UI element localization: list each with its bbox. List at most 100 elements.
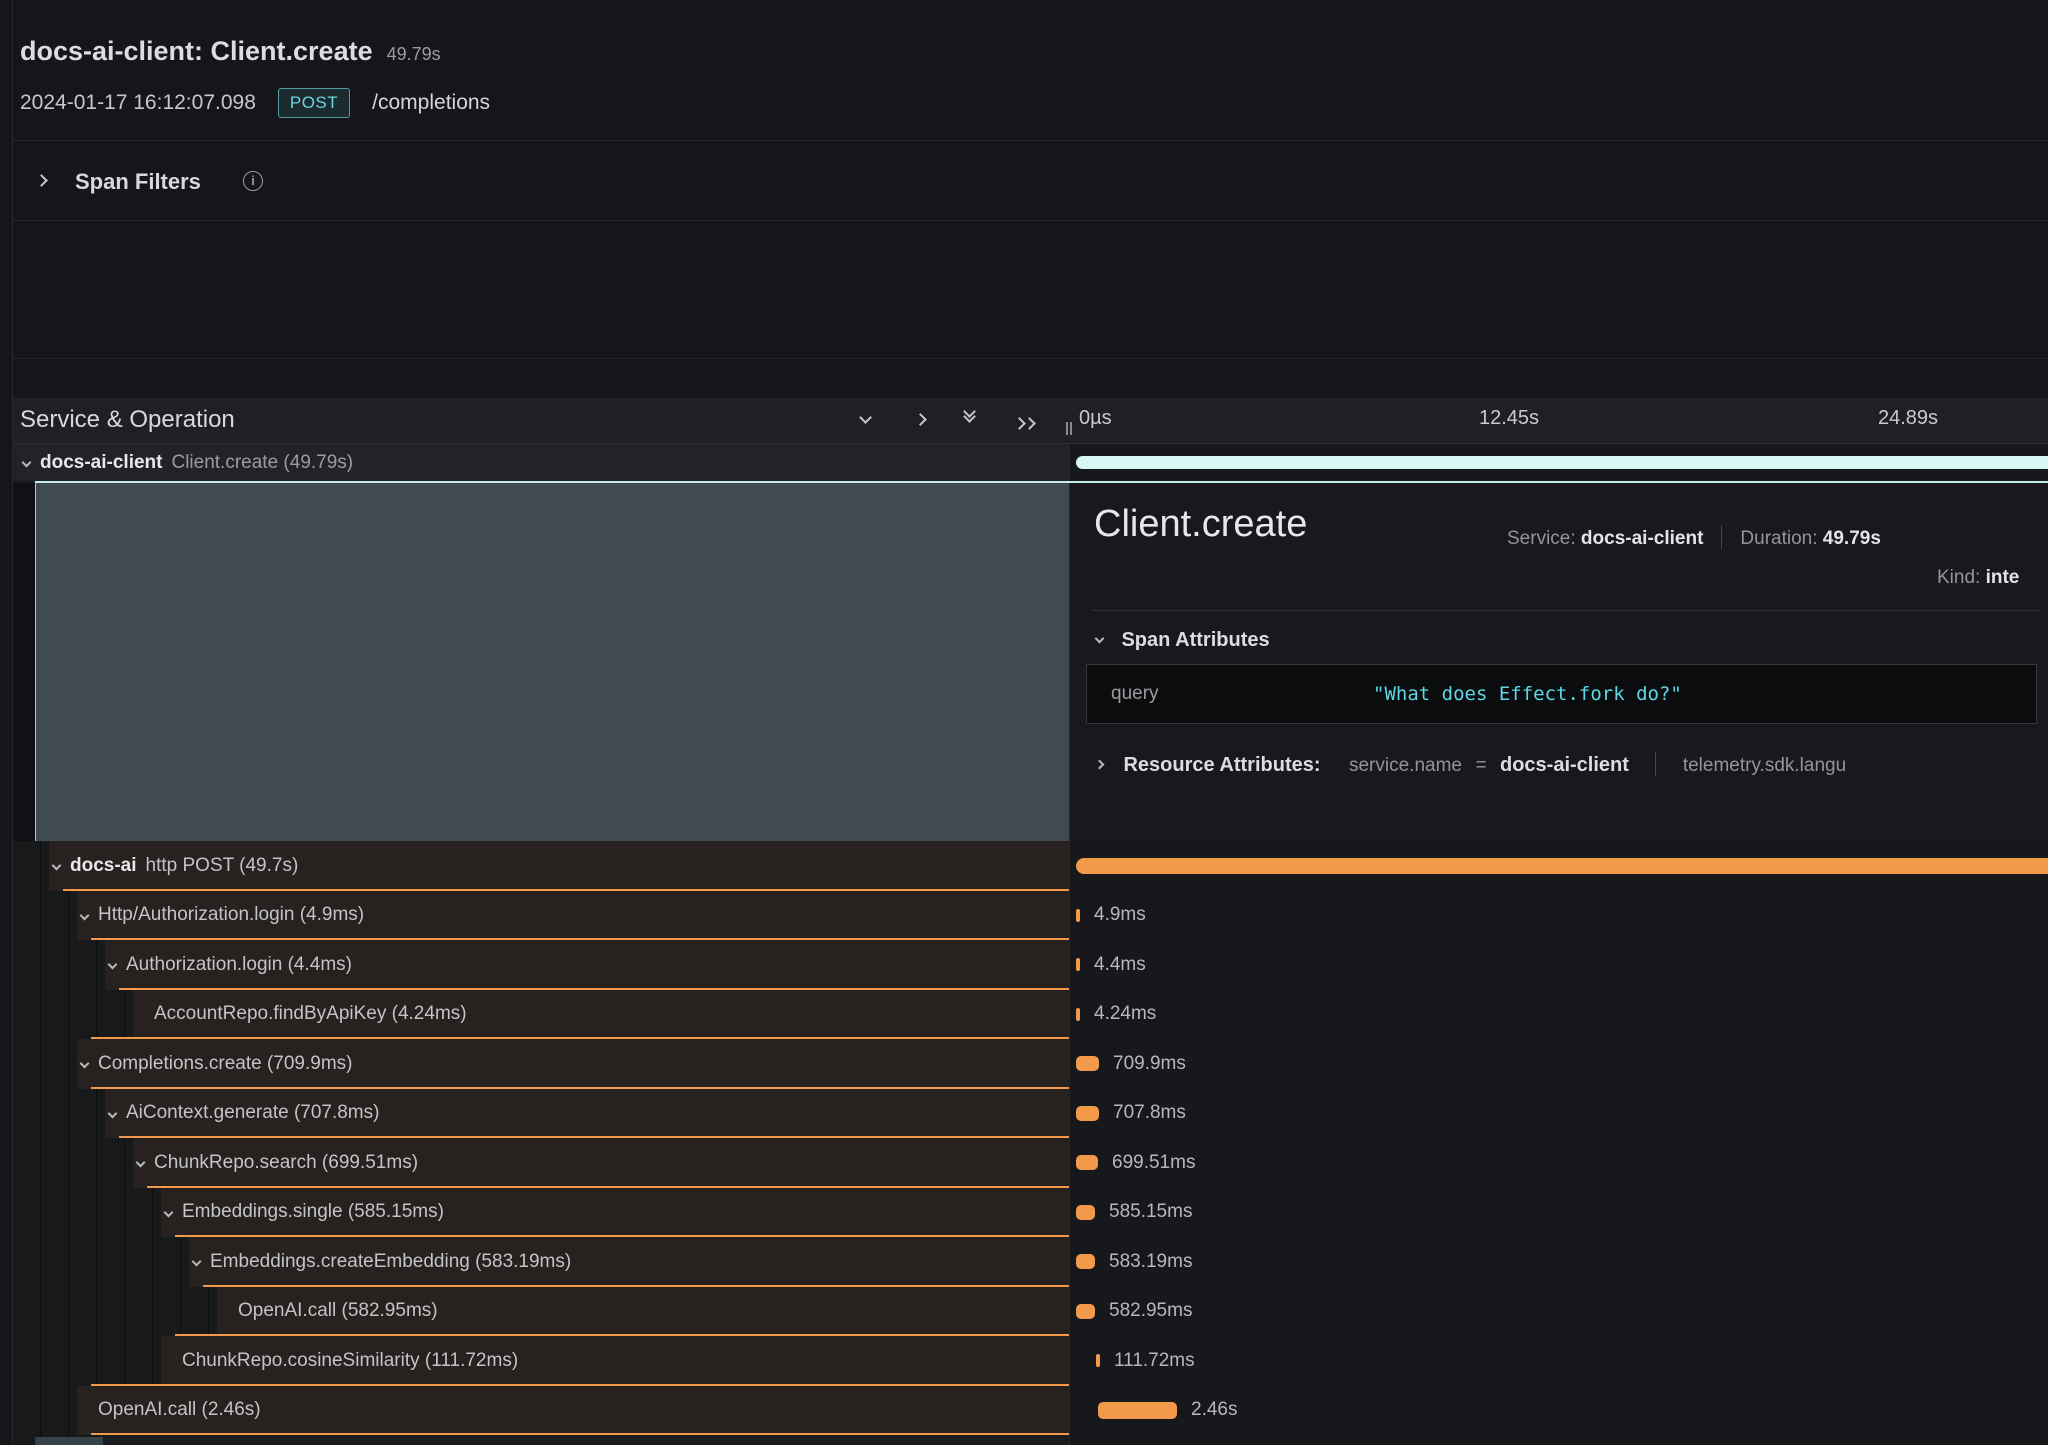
span-row[interactable]: Embeddings.createEmbedding (583.19ms) 583… xyxy=(13,1237,2048,1287)
chevron-down-icon[interactable] xyxy=(137,1159,154,1166)
chevron-down-icon[interactable] xyxy=(53,862,70,869)
span-bar-cell[interactable] xyxy=(1069,841,2048,891)
resource-eq: = xyxy=(1475,755,1486,776)
span-duration-label: 582.95ms xyxy=(1109,1300,1192,1322)
resource-attributes-label[interactable]: Resource Attributes: xyxy=(1123,754,1320,776)
expand-all-icon[interactable] xyxy=(1015,415,1034,433)
chevron-down-icon[interactable] xyxy=(109,961,126,968)
root-span-bar[interactable] xyxy=(1076,456,2048,469)
root-span-bar-cell[interactable] xyxy=(1069,444,2048,481)
span-bar-cell[interactable]: 582.95ms xyxy=(1069,1287,2048,1337)
indent-guides xyxy=(13,940,105,990)
span-row[interactable]: Authorization.login (4.4ms)4.4ms xyxy=(13,940,2048,990)
span-bar-cell[interactable]: 4.9ms xyxy=(1069,891,2048,941)
span-row-root[interactable]: docs-ai-client Client.create (49.79s) xyxy=(13,444,2048,481)
span-bar[interactable] xyxy=(1076,1304,1095,1319)
column-resize-grip[interactable] xyxy=(1070,422,1072,435)
span-bar[interactable] xyxy=(1076,909,1080,922)
trace-title: docs-ai-client: Client.create xyxy=(20,36,373,66)
detail-kind-label: Kind: xyxy=(1937,567,1980,588)
span-bar-cell[interactable]: 2.46s xyxy=(1069,1386,2048,1436)
span-bar[interactable] xyxy=(1098,1402,1177,1419)
collapse-all-icon[interactable] xyxy=(965,407,974,421)
timeline-minimap[interactable]: 0µs12.45s24.89s37.34s xyxy=(13,221,2048,358)
timeline-tick-label: 12.45s xyxy=(1479,407,1539,430)
span-bar[interactable] xyxy=(1076,958,1080,971)
span-row[interactable]: docs-aihttp POST (49.7s) xyxy=(13,841,2048,891)
span-row[interactable]: AccountRepo.findByApiKey (4.24ms) 4.24ms xyxy=(13,990,2048,1040)
span-duration-label: 709.9ms xyxy=(1113,1053,1186,1075)
detail-left-backdrop xyxy=(13,483,35,841)
collapse-one-icon[interactable] xyxy=(859,411,872,424)
span-detail-panel: Client.create Service: docs-ai-clientDur… xyxy=(1070,483,2048,841)
indent-guides xyxy=(13,1188,161,1238)
span-row[interactable]: ChunkRepo.cosineSimilarity (111.72ms)111… xyxy=(13,1336,2048,1386)
indent-guides xyxy=(13,1287,217,1337)
span-bar-cell[interactable]: 4.24ms xyxy=(1069,990,2048,1040)
detail-duration-label: Duration: xyxy=(1740,528,1817,549)
indent-guides xyxy=(13,841,49,891)
span-bar[interactable] xyxy=(1076,1056,1099,1071)
detail-span-title: Client.create xyxy=(1094,503,1307,546)
span-row[interactable]: Http/Authorization.login (4.9ms)4.9ms xyxy=(13,891,2048,941)
span-attributes-toggle[interactable]: Span Attributes xyxy=(1096,629,1270,652)
span-bar[interactable] xyxy=(1076,1155,1098,1170)
span-row[interactable]: Completions.create (709.9ms)709.9ms xyxy=(13,1039,2048,1089)
trace-view-panel: docs-ai-client: Client.create49.79s 2024… xyxy=(0,0,2048,1445)
span-filters-label[interactable]: Span Filters xyxy=(75,169,201,195)
operation-label: AiContext.generate (707.8ms) xyxy=(126,1102,379,1124)
span-bar-cell[interactable]: 699.51ms xyxy=(1069,1138,2048,1188)
span-attributes-label[interactable]: Span Attributes xyxy=(1121,629,1269,651)
span-bar-cell[interactable]: 707.8ms xyxy=(1069,1089,2048,1139)
column-resize-grip[interactable] xyxy=(1066,422,1068,435)
span-row[interactable]: Embeddings.single (585.15ms)585.15ms xyxy=(13,1188,2048,1238)
span-row[interactable]: OpenAI.call (582.95ms)582.95ms xyxy=(13,1287,2048,1337)
chevron-down-icon[interactable] xyxy=(81,1060,98,1067)
span-bar[interactable] xyxy=(1096,1354,1100,1367)
chevron-down-icon[interactable] xyxy=(109,1110,126,1117)
span-bar[interactable] xyxy=(1076,1205,1095,1220)
indent-guides xyxy=(13,990,133,1040)
root-service-name: docs-ai-client xyxy=(40,452,162,474)
chevron-down-icon[interactable] xyxy=(81,912,98,919)
span-row[interactable]: OpenAI.call (2.46s) 2.46s xyxy=(13,1386,2048,1436)
span-row[interactable]: AiContext.generate (707.8ms) 707.8ms xyxy=(13,1089,2048,1139)
span-bar[interactable] xyxy=(1076,1008,1080,1021)
chevron-down-icon[interactable] xyxy=(193,1258,210,1265)
root-operation-label: Client.create (49.79s) xyxy=(171,452,353,474)
operation-label: OpenAI.call (2.46s) xyxy=(98,1399,261,1421)
span-row-partial[interactable] xyxy=(13,1435,2048,1445)
span-bar[interactable] xyxy=(1076,858,2048,874)
partial-span-chip xyxy=(35,1437,103,1445)
expand-one-icon[interactable] xyxy=(914,413,927,426)
operation-label: http POST (49.7s) xyxy=(146,855,299,877)
timeline-tick-label: 24.89s xyxy=(1878,407,1938,430)
request-path: /completions xyxy=(372,91,490,114)
span-bar-cell[interactable]: 111.72ms xyxy=(1069,1336,2048,1386)
span-bar-cell xyxy=(1069,1435,2048,1445)
span-duration-label: 4.9ms xyxy=(1094,904,1146,926)
span-bar[interactable] xyxy=(1076,1106,1099,1121)
info-icon[interactable]: i xyxy=(243,171,263,191)
span-bar-cell[interactable]: 585.15ms xyxy=(1069,1188,2048,1238)
resource-attributes-toggle[interactable]: Resource Attributes: service.name = docs… xyxy=(1096,752,1846,777)
attribute-row-query[interactable]: query "What does Effect.fork do?" xyxy=(1086,664,2037,724)
span-bar-cell[interactable]: 709.9ms xyxy=(1069,1039,2048,1089)
chevron-right-icon[interactable] xyxy=(35,174,48,187)
selected-span-backdrop xyxy=(35,483,1069,841)
chevron-down-icon[interactable] xyxy=(165,1209,182,1216)
detail-kind-value: inte xyxy=(1986,567,2020,588)
span-rows: docs-aihttp POST (49.7s)Http/Authorizati… xyxy=(13,841,2048,1445)
span-bar-cell[interactable]: 583.19ms xyxy=(1069,1237,2048,1287)
span-bar-cell[interactable]: 4.4ms xyxy=(1069,940,2048,990)
span-filters-section[interactable]: Span Filters i xyxy=(13,141,2048,220)
operation-label: Embeddings.createEmbedding (583.19ms) xyxy=(210,1251,571,1273)
detail-divider xyxy=(1092,610,2040,611)
detail-duration-value: 49.79s xyxy=(1823,528,1881,549)
span-bar[interactable] xyxy=(1076,1254,1095,1269)
operation-label: AccountRepo.findByApiKey (4.24ms) xyxy=(154,1003,467,1025)
resource-key: service.name xyxy=(1349,755,1462,776)
span-row[interactable]: ChunkRepo.search (699.51ms)699.51ms xyxy=(13,1138,2048,1188)
detail-service-label: Service: xyxy=(1507,528,1576,549)
span-duration-label: 699.51ms xyxy=(1112,1152,1195,1174)
